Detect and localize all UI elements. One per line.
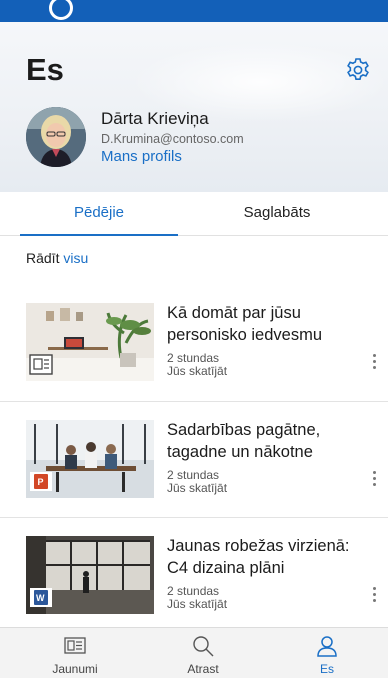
user-email: D.Krumina@contoso.com (101, 132, 244, 146)
item-time: 2 stundas (167, 584, 220, 598)
item-time: 2 stundas (167, 468, 220, 482)
item-thumbnail: W (26, 536, 154, 614)
nav-find[interactable]: Atrast (148, 628, 258, 678)
feed-item[interactable]: P Sadarbības pagātne, tagadne un nākotne… (0, 402, 388, 518)
bottom-nav: Jaunumi Atrast Es (0, 627, 388, 678)
item-status: Jūs skatījāt (167, 597, 228, 611)
settings-button[interactable] (344, 56, 372, 84)
profile-header: Es Dārta Krieviņa D.Krumina@contoso.com … (0, 22, 388, 192)
item-thumbnail (26, 303, 154, 381)
tab-bar: Pēdējie Saglabāts (0, 192, 388, 236)
gear-icon (347, 58, 369, 80)
news-icon (64, 637, 86, 654)
show-all-filter: Rādīt visu (26, 250, 88, 266)
nav-news[interactable]: Jaunumi (20, 628, 130, 678)
activity-feed: Kā domāt par jūsu personisko iedvesmu 2 … (0, 285, 388, 634)
show-all-prefix: Rādīt (26, 250, 60, 266)
feed-item[interactable]: W Jaunas robežas virzienā: C4 dizaina pl… (0, 518, 388, 634)
svg-text:W: W (36, 593, 45, 603)
person-icon (317, 636, 337, 657)
item-thumbnail: P (26, 420, 154, 498)
avatar[interactable] (26, 107, 86, 167)
more-options-button[interactable] (368, 351, 380, 379)
top-bar (0, 0, 388, 22)
tab-recent[interactable]: Pēdējie (20, 192, 178, 236)
item-title: Jaunas robežas virzienā: C4 dizaina plān… (167, 537, 350, 577)
item-status: Jūs skatījāt (167, 481, 228, 495)
tab-saved[interactable]: Saglabāts (198, 192, 356, 236)
page-title: Es (26, 52, 64, 87)
search-icon (193, 636, 214, 657)
svg-text:P: P (38, 477, 44, 487)
item-title: Kā domāt par jūsu personisko iedvesmu (167, 304, 322, 344)
item-title: Sadarbības pagātne, tagadne un nākotne (167, 421, 321, 461)
nav-me-label: Es (319, 662, 334, 676)
profile-link[interactable]: Mans profils (101, 148, 182, 165)
nav-find-label: Atrast (187, 662, 219, 676)
nav-me[interactable]: Es (272, 628, 382, 678)
show-all-link[interactable]: visu (63, 250, 88, 266)
more-options-button[interactable] (368, 584, 380, 612)
item-status: Jūs skatījāt (167, 364, 228, 378)
more-options-button[interactable] (368, 468, 380, 496)
avatar-photo (26, 107, 86, 167)
user-name: Dārta Krieviņa (101, 109, 209, 128)
item-time: 2 stundas (167, 351, 220, 365)
feed-item[interactable]: Kā domāt par jūsu personisko iedvesmu 2 … (0, 285, 388, 402)
top-indicator-dot (49, 0, 73, 20)
nav-news-label: Jaunumi (52, 662, 98, 676)
